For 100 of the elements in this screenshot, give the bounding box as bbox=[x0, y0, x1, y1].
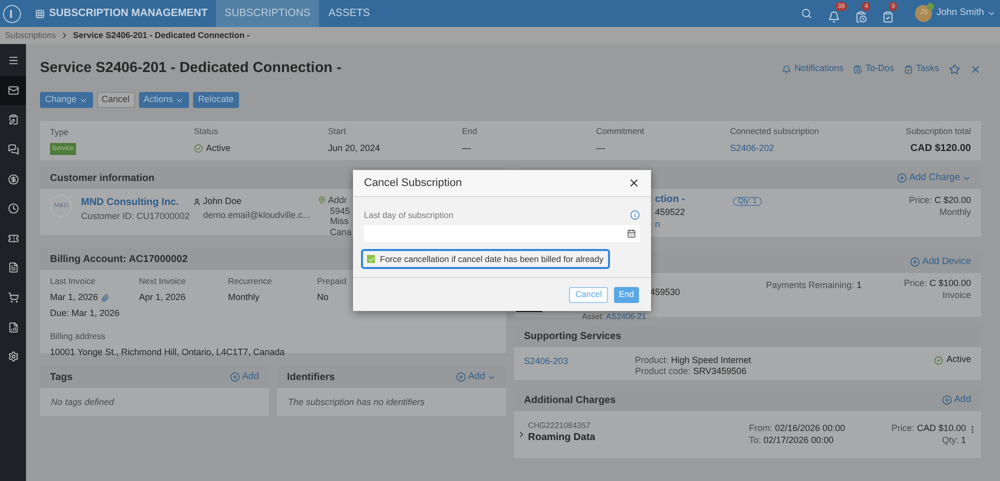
cart-icon bbox=[8, 292, 18, 304]
card-title: Billing Account: AC17000002 bbox=[50, 252, 188, 266]
product-code: Product code: SRV3459506 bbox=[635, 366, 748, 377]
add-button[interactable]: Add bbox=[230, 370, 259, 384]
status-text: Active bbox=[934, 355, 971, 365]
action-button[interactable]: Actions bbox=[138, 92, 190, 108]
product-link[interactable]: ction - bbox=[655, 194, 733, 206]
card-title: Additional Charges bbox=[524, 394, 616, 408]
paperclip-icon[interactable] bbox=[101, 294, 110, 302]
field-label: Recurrence bbox=[228, 275, 273, 288]
total-value: CAD $120.00 bbox=[910, 142, 971, 156]
date-field[interactable] bbox=[364, 224, 640, 242]
address-text: Miss bbox=[330, 216, 348, 226]
checkbox[interactable] bbox=[367, 255, 375, 264]
header-link[interactable]: To-Dos bbox=[853, 62, 894, 76]
service-link[interactable]: S2406-203 bbox=[524, 355, 635, 377]
add-button[interactable]: Add bbox=[456, 370, 496, 384]
customer-id: Customer ID: CU17000002 bbox=[81, 210, 191, 223]
field-label: Last day of subscription bbox=[364, 209, 454, 222]
field-label: Prepaid bbox=[317, 275, 348, 288]
contact-email: demo.email@kloudville.c... bbox=[203, 208, 312, 222]
search-icon[interactable] bbox=[801, 8, 812, 19]
check-circle-icon bbox=[194, 144, 203, 154]
card-title: Supporting Services bbox=[524, 330, 622, 344]
clipboard-icon bbox=[8, 114, 18, 126]
nav-tab[interactable]: SUBSCRIPTIONS bbox=[216, 0, 320, 27]
field-label: Subscription total bbox=[906, 124, 971, 138]
dollar-icon bbox=[8, 174, 18, 185]
module-menu[interactable]: SUBSCRIPTION MANAGEMENT bbox=[35, 6, 208, 22]
settings-icon bbox=[8, 351, 18, 362]
card-title: Identifiers bbox=[287, 370, 335, 384]
status-text: Active bbox=[194, 142, 328, 156]
user-menu[interactable]: John Smith bbox=[936, 6, 996, 21]
card-title: Tags bbox=[50, 370, 73, 384]
company-link[interactable]: MND Consulting Inc. bbox=[81, 195, 191, 210]
bell-icon bbox=[782, 64, 792, 74]
contact-name: John Doe bbox=[203, 195, 242, 208]
asset-text: Asset: AS2406-21 bbox=[582, 312, 646, 321]
force-checkbox[interactable]: Force cancellation if cancel date has been billed for already bbox=[361, 249, 610, 270]
report-icon bbox=[8, 322, 18, 333]
breadcrumb-link[interactable]: Subscriptions bbox=[5, 29, 56, 42]
info-icon[interactable] bbox=[630, 210, 640, 220]
clipboard-clock-icon bbox=[853, 64, 862, 74]
add-button[interactable]: Add Charge bbox=[897, 170, 971, 186]
clock-icon bbox=[8, 203, 18, 214]
card-title: Customer information bbox=[50, 172, 154, 186]
field-label: Billing address bbox=[50, 330, 106, 342]
nav-tab[interactable]: ASSETS bbox=[319, 0, 379, 27]
address-text: Addr bbox=[328, 195, 348, 206]
ticket-icon bbox=[8, 232, 18, 244]
dialog-button[interactable]: Cancel bbox=[569, 286, 608, 302]
field-value: Monthly bbox=[228, 290, 260, 304]
logo-icon bbox=[3, 4, 21, 22]
plus-icon bbox=[910, 257, 920, 267]
payments-text: Payments Remaining: 1 bbox=[766, 279, 862, 292]
dialog-button[interactable]: End bbox=[614, 286, 639, 302]
date-text: From: 02/16/2026 00:00 bbox=[749, 422, 846, 434]
field-label: Status bbox=[194, 125, 220, 138]
star-icon[interactable] bbox=[949, 64, 960, 74]
field-value: Jun 20, 2024 bbox=[328, 142, 382, 156]
subscription-link[interactable]: S2406-202 bbox=[730, 142, 864, 156]
field-value: Due: Mar 1, 2026 bbox=[50, 307, 120, 320]
bell-button[interactable] bbox=[828, 10, 842, 23]
header-link[interactable]: Tasks bbox=[904, 62, 939, 76]
clipboard-clock-button[interactable] bbox=[855, 10, 868, 23]
calendar-icon[interactable] bbox=[627, 228, 636, 238]
breadcrumb-current: Service S2406-201 - Dedicated Connection - bbox=[73, 29, 250, 42]
plus-icon bbox=[942, 395, 952, 405]
menu-icon bbox=[8, 55, 18, 66]
close-icon[interactable] bbox=[628, 177, 640, 189]
chat-icon bbox=[8, 144, 18, 156]
action-button[interactable]: Relocate bbox=[193, 92, 239, 108]
charge-code: CHG2221084357 bbox=[528, 420, 592, 432]
sidebar-item[interactable] bbox=[0, 76, 26, 106]
caret-icon bbox=[987, 9, 996, 18]
header-link[interactable]: Notifications bbox=[782, 62, 844, 76]
address-text: Cana bbox=[330, 226, 352, 237]
add-button[interactable]: Add Device bbox=[910, 254, 971, 270]
period-text: Monthly bbox=[939, 206, 971, 218]
action-button[interactable]: Cancel bbox=[96, 92, 135, 108]
price-text: Price: CAD $10.00 bbox=[891, 422, 966, 434]
add-button[interactable]: Add bbox=[942, 392, 971, 408]
field-label: Last Invoice bbox=[50, 275, 96, 288]
action-button[interactable]: Change bbox=[40, 92, 93, 108]
dialog-title: Cancel Subscription bbox=[364, 176, 462, 191]
product-code: 459522 bbox=[655, 206, 686, 218]
field-label: Next Invoice bbox=[139, 275, 187, 288]
expand-icon[interactable] bbox=[517, 430, 526, 439]
pin-icon bbox=[318, 196, 326, 204]
online-icon bbox=[927, 3, 934, 10]
field-label: End bbox=[462, 125, 478, 138]
field-label: Start bbox=[328, 125, 347, 138]
date-text: To: 02/17/2026 00:00 bbox=[749, 434, 835, 446]
field-value: — bbox=[462, 142, 472, 156]
product-link[interactable]: n bbox=[655, 218, 733, 230]
check-circle-icon bbox=[934, 356, 944, 364]
clipboard-check-button[interactable] bbox=[882, 10, 896, 23]
plus-icon bbox=[456, 372, 466, 382]
document-icon bbox=[8, 262, 18, 274]
qty-text: Qty: 1 bbox=[942, 434, 966, 446]
